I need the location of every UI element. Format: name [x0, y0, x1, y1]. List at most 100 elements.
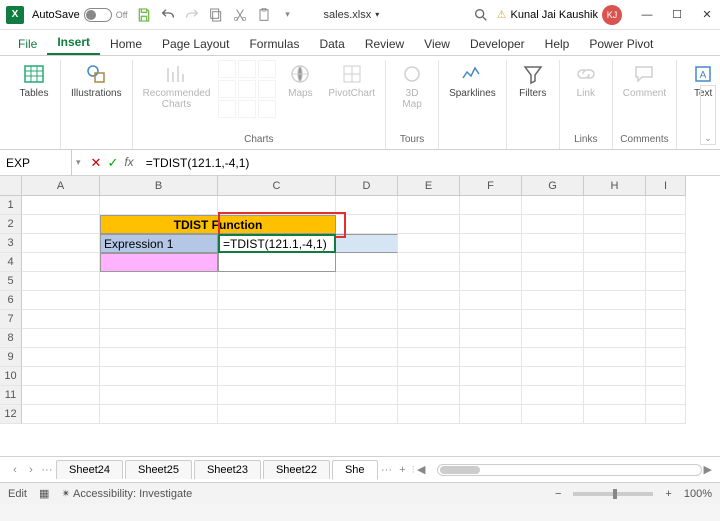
tab-insert[interactable]: Insert: [47, 31, 100, 55]
cell[interactable]: [522, 348, 584, 367]
cell[interactable]: [218, 348, 336, 367]
copy-icon[interactable]: [208, 7, 224, 23]
name-box[interactable]: EXP: [0, 150, 72, 175]
cell[interactable]: [584, 329, 646, 348]
cell[interactable]: [398, 272, 460, 291]
cell[interactable]: [336, 348, 398, 367]
insert-function-icon[interactable]: fx: [124, 155, 133, 171]
maximize-button[interactable]: ☐: [670, 8, 684, 22]
sheet-tab-active[interactable]: She: [332, 460, 378, 480]
cell[interactable]: [460, 405, 522, 424]
illustrations-button[interactable]: Illustrations: [67, 60, 126, 101]
zoom-level[interactable]: 100%: [684, 488, 712, 500]
cell[interactable]: [646, 405, 686, 424]
filename-label[interactable]: sales.xlsx ▾: [324, 9, 380, 21]
cell[interactable]: [22, 196, 100, 215]
cell[interactable]: [100, 196, 218, 215]
row-header[interactable]: 4: [0, 253, 22, 272]
tab-formulas[interactable]: Formulas: [239, 33, 309, 55]
cell[interactable]: Expression 1: [100, 234, 218, 253]
cell[interactable]: [646, 310, 686, 329]
col-header[interactable]: A: [22, 176, 100, 196]
name-dropdown-icon[interactable]: ▾: [72, 157, 85, 168]
cell[interactable]: [522, 215, 584, 234]
accessibility-status[interactable]: ✴ Accessibility: Investigate: [61, 487, 192, 500]
cell[interactable]: [522, 310, 584, 329]
undo-icon[interactable]: [160, 7, 176, 23]
cancel-formula-icon[interactable]: ✕: [91, 155, 102, 171]
cell[interactable]: =TDIST(121.1,-4,1): [218, 234, 336, 253]
comment-button[interactable]: Comment: [619, 60, 670, 101]
sheet-tab[interactable]: Sheet22: [263, 460, 330, 479]
col-header[interactable]: C: [218, 176, 336, 196]
cell[interactable]: [398, 310, 460, 329]
row-header[interactable]: 2: [0, 215, 22, 234]
row-header[interactable]: 10: [0, 367, 22, 386]
cell[interactable]: [460, 253, 522, 272]
cell[interactable]: [460, 215, 522, 234]
cell[interactable]: [218, 196, 336, 215]
sheet-nav-more[interactable]: ···: [40, 464, 54, 476]
scroll-right-icon[interactable]: ▶: [704, 463, 712, 476]
cell[interactable]: [460, 196, 522, 215]
cell[interactable]: [522, 291, 584, 310]
scroll-left-icon[interactable]: ◀: [417, 463, 425, 476]
cell[interactable]: [100, 253, 218, 272]
tab-power-pivot[interactable]: Power Pivot: [579, 33, 663, 55]
cell[interactable]: [584, 215, 646, 234]
cell[interactable]: [398, 329, 460, 348]
sheet-tab[interactable]: Sheet25: [125, 460, 192, 479]
sheet-tab[interactable]: Sheet23: [194, 460, 261, 479]
user-account[interactable]: ⚠ Kunal Jai Kaushik KJ: [497, 5, 622, 25]
cell[interactable]: [22, 348, 100, 367]
autosave-toggle[interactable]: AutoSave Off: [32, 8, 128, 22]
cell[interactable]: [22, 310, 100, 329]
cell[interactable]: [584, 310, 646, 329]
overflow-icon[interactable]: ▾: [280, 7, 296, 23]
col-header[interactable]: E: [398, 176, 460, 196]
cell[interactable]: [646, 367, 686, 386]
row-header[interactable]: 5: [0, 272, 22, 291]
col-header[interactable]: I: [646, 176, 686, 196]
zoom-in-button[interactable]: +: [665, 488, 671, 500]
cell[interactable]: [336, 329, 398, 348]
recommended-charts-button[interactable]: Recommended Charts: [139, 60, 215, 112]
cell[interactable]: [584, 272, 646, 291]
cell[interactable]: [100, 291, 218, 310]
cell[interactable]: [646, 329, 686, 348]
paste-icon[interactable]: [256, 7, 272, 23]
sparklines-button[interactable]: Sparklines: [445, 60, 500, 101]
row-header[interactable]: 11: [0, 386, 22, 405]
cell[interactable]: [460, 367, 522, 386]
col-header[interactable]: F: [460, 176, 522, 196]
cell[interactable]: [460, 291, 522, 310]
accept-formula-icon[interactable]: ✓: [107, 155, 118, 171]
cell[interactable]: [646, 386, 686, 405]
cell[interactable]: [100, 405, 218, 424]
cell[interactable]: [218, 310, 336, 329]
redo-icon[interactable]: [184, 7, 200, 23]
cell[interactable]: [100, 367, 218, 386]
cell[interactable]: [218, 272, 336, 291]
cell[interactable]: [522, 386, 584, 405]
col-header[interactable]: G: [522, 176, 584, 196]
filters-button[interactable]: Filters: [513, 60, 553, 101]
cell[interactable]: [522, 272, 584, 291]
zoom-out-button[interactable]: −: [555, 488, 561, 500]
chart-type-grid[interactable]: [218, 60, 276, 118]
cell[interactable]: [398, 405, 460, 424]
cell[interactable]: [646, 215, 686, 234]
cell[interactable]: [460, 272, 522, 291]
cell[interactable]: [522, 196, 584, 215]
tables-button[interactable]: Tables: [14, 60, 54, 101]
cell[interactable]: [336, 234, 398, 253]
cell[interactable]: [22, 386, 100, 405]
tab-file[interactable]: File: [8, 33, 47, 55]
cell[interactable]: [336, 367, 398, 386]
cell[interactable]: [100, 310, 218, 329]
col-header[interactable]: D: [336, 176, 398, 196]
collapse-ribbon-button[interactable]: ⌄: [700, 85, 716, 145]
cell[interactable]: [218, 405, 336, 424]
add-sheet-button[interactable]: +: [396, 464, 410, 476]
cell[interactable]: [336, 196, 398, 215]
